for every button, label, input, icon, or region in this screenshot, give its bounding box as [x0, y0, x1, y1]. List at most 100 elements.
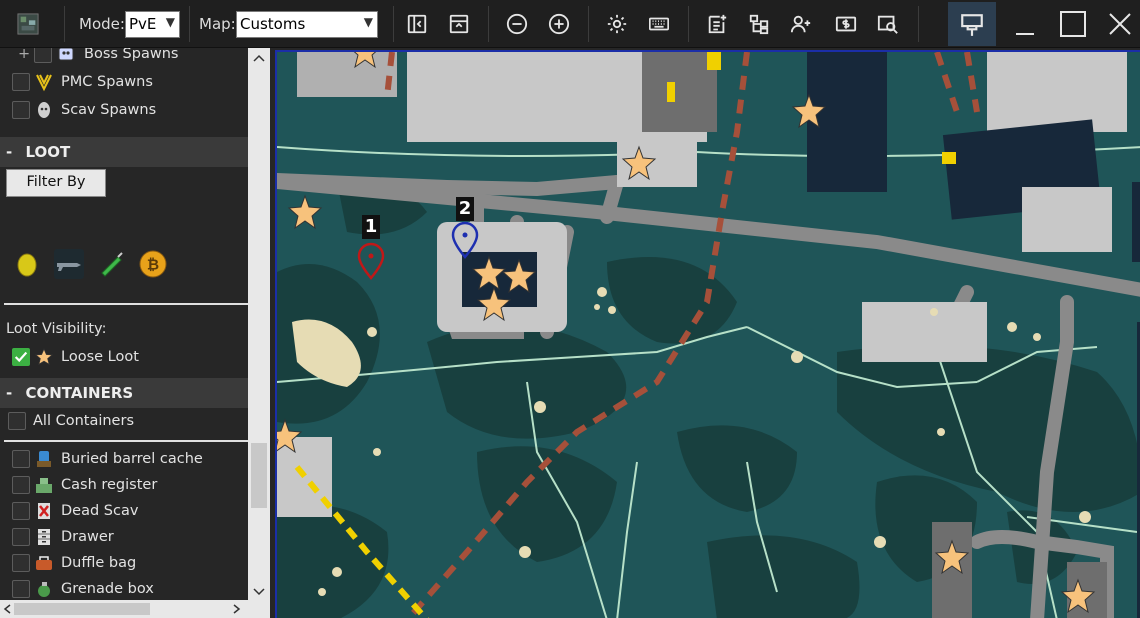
gear-icon [607, 14, 627, 34]
layout-button[interactable] [745, 10, 773, 38]
add-user-icon [790, 15, 811, 33]
zoom-out-icon [506, 13, 528, 35]
container-item-buried-barrel[interactable]: Buried barrel cache [0, 446, 248, 472]
map-drawing [277, 52, 1140, 618]
marker-1-label[interactable]: 1 [362, 215, 380, 239]
container-label: Buried barrel cache [61, 451, 203, 467]
loot-section-header[interactable]: - LOOT [0, 137, 248, 167]
loot-visibility-label: Loot Visibility: [6, 321, 107, 337]
loot-filter-weapon[interactable] [54, 249, 84, 279]
duffle-bag-icon [36, 556, 52, 570]
add-user-button[interactable] [787, 10, 815, 38]
notes-button[interactable] [703, 10, 731, 38]
container-label: Dead Scav [61, 503, 139, 519]
checkbox[interactable] [12, 502, 30, 520]
checkbox-checked[interactable] [12, 348, 30, 366]
loot-filter-bitcoin[interactable]: ₿ [138, 249, 168, 279]
spawn-item-boss[interactable]: + Boss Spawns [0, 48, 248, 67]
boss-icon [58, 48, 74, 61]
scrollbar-thumb[interactable] [14, 603, 150, 615]
sidebar-horizontal-scrollbar[interactable] [0, 600, 248, 618]
toolbar-separator [588, 6, 589, 42]
zoom-in-icon [548, 13, 570, 35]
container-item-cash-register[interactable]: Cash register [0, 472, 248, 498]
container-label: Cash register [61, 477, 158, 493]
sidebar-vertical-scrollbar[interactable] [248, 48, 270, 618]
star-icon [34, 347, 54, 366]
scrollbar-thumb[interactable] [251, 443, 267, 508]
checkbox[interactable] [8, 412, 26, 430]
toolbar-separator [918, 6, 919, 42]
checkbox[interactable] [34, 48, 52, 63]
spawn-item-scav[interactable]: Scav Spawns [0, 97, 248, 123]
toolbar: Mode: PvE ▼ Map: Customs ▼ [0, 0, 1140, 48]
collapse-icon: - [6, 384, 13, 402]
price-button[interactable] [832, 10, 860, 38]
marker-2-label[interactable]: 2 [456, 197, 474, 221]
egg-icon [17, 253, 37, 277]
checkbox[interactable] [12, 528, 30, 546]
checkbox[interactable] [12, 101, 30, 119]
grenade-box-icon [38, 582, 50, 597]
barrel-icon [37, 451, 51, 467]
top-panel-icon [449, 14, 469, 34]
pin-button[interactable] [948, 2, 996, 46]
zoom-out-button[interactable] [503, 10, 531, 38]
container-label: Grenade box [61, 581, 154, 597]
section-title: LOOT [25, 143, 71, 161]
minimize-icon [1016, 33, 1034, 35]
container-label: Duffle bag [61, 555, 137, 571]
map-label: Map: [199, 15, 236, 33]
checkbox[interactable] [12, 476, 30, 494]
container-item-drawer[interactable]: Drawer [0, 524, 248, 550]
section-title: CONTAINERS [25, 384, 134, 402]
zoom-in-button[interactable] [545, 10, 573, 38]
chevron-down-icon: ▼ [363, 15, 373, 29]
keyboard-button[interactable] [645, 10, 673, 38]
map-select[interactable]: Customs ▼ [236, 11, 378, 38]
toggle-sidebar-button[interactable] [403, 10, 431, 38]
container-item-dead-scav[interactable]: Dead Scav [0, 498, 248, 524]
containers-section-header[interactable]: - CONTAINERS [0, 378, 248, 408]
bitcoin-icon: ₿ [139, 250, 167, 278]
toolbar-separator [64, 6, 65, 42]
container-item-duffle-bag[interactable]: Duffle bag [0, 550, 248, 576]
spawn-label: PMC Spawns [61, 74, 153, 90]
loose-loot-toggle[interactable]: Loose Loot [0, 344, 248, 370]
toolbar-separator [688, 6, 689, 42]
toggle-panel-button[interactable] [445, 10, 473, 38]
checkmark-icon [14, 351, 28, 363]
mode-select[interactable]: PvE ▼ [125, 11, 180, 38]
loot-filter-egg[interactable] [12, 249, 42, 279]
settings-button[interactable] [603, 10, 631, 38]
all-containers-toggle[interactable]: All Containers [0, 408, 248, 434]
note-add-icon [708, 14, 727, 34]
spawn-item-pmc[interactable]: PMC Spawns [0, 69, 248, 95]
sidebar-panel-icon [407, 14, 427, 34]
minimize-button[interactable] [1010, 10, 1038, 38]
checkbox[interactable] [12, 73, 30, 91]
app-icon [14, 10, 42, 38]
checkbox[interactable] [12, 554, 30, 572]
loot-filter-injector[interactable] [96, 249, 126, 279]
collapse-icon: - [6, 143, 13, 161]
tree-expand-icon[interactable]: + [18, 48, 30, 62]
search-map-button[interactable] [874, 10, 902, 38]
checkbox[interactable] [12, 450, 30, 468]
map-select-value: Customs [240, 15, 306, 33]
container-label: Drawer [61, 529, 114, 545]
divider [4, 440, 248, 442]
checkbox[interactable] [12, 580, 30, 598]
close-button[interactable] [1106, 10, 1134, 38]
hierarchy-icon [749, 14, 769, 35]
app-window: Mode: PvE ▼ Map: Customs ▼ + Boss Spawns… [0, 0, 1140, 618]
pmc-icon [36, 74, 52, 92]
scroll-right-icon [233, 604, 241, 614]
toolbar-separator [488, 6, 489, 42]
mode-label: Mode: [79, 15, 125, 33]
filter-by-button[interactable]: Filter By [6, 169, 106, 197]
maximize-button[interactable] [1059, 10, 1087, 38]
container-item-grenade-box[interactable]: Grenade box [0, 576, 248, 600]
toolbar-separator [189, 6, 190, 42]
map-canvas[interactable]: 1 2 [275, 50, 1140, 618]
